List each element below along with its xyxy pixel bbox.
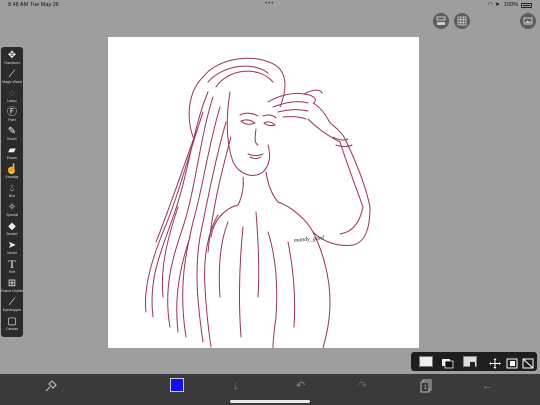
tool-label: Lasso xyxy=(7,99,17,103)
tool-label: Magic Wand xyxy=(2,80,22,84)
color-swatch[interactable] xyxy=(170,378,184,392)
bucket-icon: ◆ xyxy=(8,221,16,232)
grid-button[interactable] xyxy=(454,13,470,29)
blur-icon: 💧︎ xyxy=(10,183,14,194)
artist-signature: mandy_gard xyxy=(294,235,326,244)
tool-label: Brush xyxy=(7,137,17,141)
quick-menu-button[interactable] xyxy=(433,13,449,29)
drawing-canvas[interactable]: mandy_gard xyxy=(108,37,419,348)
tool-transform[interactable]: ✥ Transform xyxy=(1,50,23,68)
tool-label: Text xyxy=(8,270,16,274)
eyedropper-icon: ⟋ xyxy=(8,297,16,308)
tool-frame-divider[interactable]: ⊞ Frame Divider xyxy=(1,278,24,296)
tool-label: Special xyxy=(6,213,18,217)
status-date: Tue May 26 xyxy=(30,2,59,8)
tool-label: Frame Divider xyxy=(1,289,24,293)
gallery-button[interactable] xyxy=(520,13,536,29)
tool-label: Blur xyxy=(8,194,16,198)
battery-icon xyxy=(521,3,532,8)
tool-label: Canvas xyxy=(5,327,19,331)
move-layer-icon[interactable] xyxy=(489,356,501,369)
tool-label: Vector xyxy=(6,251,18,255)
status-bar: 8:48 AM Tue May 26 ••• ◠ ➤ 100% xyxy=(0,0,540,10)
layers-icon[interactable]: 1 xyxy=(420,379,432,397)
tool-filter[interactable]: Ⓕ Filter xyxy=(1,107,23,125)
tool-special[interactable]: ✧ Special xyxy=(1,202,23,220)
magic-wand-icon: ⟋ xyxy=(8,69,16,80)
tool-vector[interactable]: ➤ Vector xyxy=(1,240,23,258)
location-icon: ➤ xyxy=(494,2,500,8)
sketch-drawing: mandy_gard xyxy=(144,57,371,348)
wifi-icon: ◠ xyxy=(487,2,493,8)
brush-icon: ✎ xyxy=(7,126,17,137)
tool-palette: ✥ Transform ⟋ Magic Wand ◌ Lasso Ⓕ Filte… xyxy=(1,47,24,337)
lasso-icon: ◌ xyxy=(9,88,15,99)
filter-icon: Ⓕ xyxy=(7,107,17,118)
tool-text[interactable]: T Text xyxy=(1,257,23,277)
tool-label: Transform xyxy=(3,61,21,65)
smudge-icon: ☝ xyxy=(5,164,19,175)
redo-icon[interactable]: ↷ xyxy=(358,379,367,393)
vector-icon: ➤ xyxy=(7,240,17,251)
tool-eraser[interactable]: ▰ Eraser xyxy=(1,145,23,163)
tool-label: Bucket xyxy=(6,232,18,236)
multitasking-dots-icon[interactable]: ••• xyxy=(265,1,274,7)
undo-icon[interactable]: ↶ xyxy=(296,379,305,393)
tool-label: Eraser xyxy=(6,156,18,160)
canvas-icon: ▢ xyxy=(7,316,17,327)
frame-divider-icon: ⊞ xyxy=(7,278,17,289)
layer-panel xyxy=(411,352,537,371)
tool-label: Eyedropper xyxy=(2,308,22,312)
tool-canvas[interactable]: ▢ Canvas xyxy=(1,316,23,334)
tool-brush[interactable]: ✎ Brush xyxy=(1,126,23,144)
tool-eyedropper[interactable]: ⟋ Eyedropper xyxy=(1,297,23,315)
tool-bucket[interactable]: ◆ Bucket xyxy=(1,221,23,239)
battery-percent: 100% xyxy=(503,2,518,8)
tool-label: Filter xyxy=(8,118,16,122)
tool-smudge[interactable]: ☝ Smudge xyxy=(1,164,23,182)
layer-thumb-current[interactable] xyxy=(463,356,477,369)
layer-fill-icon[interactable] xyxy=(522,356,534,369)
move-icon: ✥ xyxy=(7,50,17,61)
layer-thumb-stack[interactable] xyxy=(441,356,455,369)
status-time: 8:48 AM xyxy=(8,2,29,8)
download-arrow-icon[interactable]: ↓ xyxy=(233,379,239,393)
special-icon: ✧ xyxy=(7,202,17,213)
layer-thumb-paper[interactable] xyxy=(419,356,433,367)
home-indicator xyxy=(230,400,310,403)
text-icon: T xyxy=(8,257,16,271)
tool-label: Smudge xyxy=(5,175,19,179)
tool-magic-wand[interactable]: ⟋ Magic Wand xyxy=(1,69,23,87)
back-arrow-icon[interactable]: ← xyxy=(482,379,493,393)
tool-blur[interactable]: 💧︎ Blur xyxy=(1,183,23,201)
eraser-icon: ▰ xyxy=(8,145,16,156)
brush-settings-icon[interactable] xyxy=(44,379,58,397)
tool-lasso[interactable]: ◌ Lasso xyxy=(1,88,23,106)
layer-mask-icon[interactable] xyxy=(506,356,518,369)
